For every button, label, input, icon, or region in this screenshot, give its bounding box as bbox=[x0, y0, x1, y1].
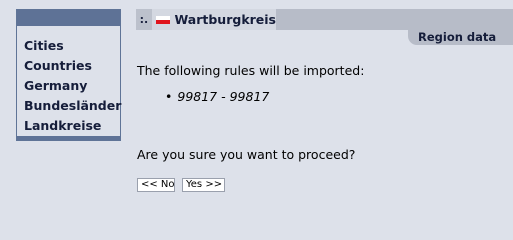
sidebar-list: Cities Countries Germany Bundesländer La… bbox=[17, 36, 121, 136]
yes-button[interactable]: Yes >> bbox=[182, 178, 225, 192]
title-marker: :. bbox=[136, 9, 152, 30]
germany-flag-icon bbox=[155, 15, 171, 24]
import-intro-text: The following rules will be imported: bbox=[137, 63, 365, 78]
sidebar-header-bar bbox=[17, 10, 120, 26]
page-title-chip: :. Wartburgkreis bbox=[136, 9, 276, 30]
confirm-question: Are you sure you want to proceed? bbox=[137, 147, 356, 162]
page-header: :. Wartburgkreis bbox=[136, 9, 513, 30]
rule-text: 99817 - 99817 bbox=[177, 89, 270, 104]
sidebar-item-bundeslaender[interactable]: Bundesländer bbox=[24, 96, 121, 116]
list-item: 99817 - 99817 bbox=[165, 89, 269, 104]
sidebar-item-landkreise[interactable]: Landkreise bbox=[24, 116, 120, 136]
sidebar-item-germany[interactable]: Germany bbox=[24, 76, 120, 96]
page-title: Wartburgkreis bbox=[174, 12, 276, 27]
rules-list: 99817 - 99817 bbox=[165, 89, 269, 104]
tab-region-data[interactable]: Region data bbox=[408, 30, 513, 45]
sidebar-nav: Cities Countries Germany Bundesländer La… bbox=[16, 9, 121, 141]
no-button[interactable]: << No bbox=[137, 178, 175, 192]
sidebar-item-countries[interactable]: Countries bbox=[24, 56, 120, 76]
sidebar-footer-bar bbox=[17, 136, 120, 140]
sidebar-item-cities[interactable]: Cities bbox=[24, 36, 120, 56]
